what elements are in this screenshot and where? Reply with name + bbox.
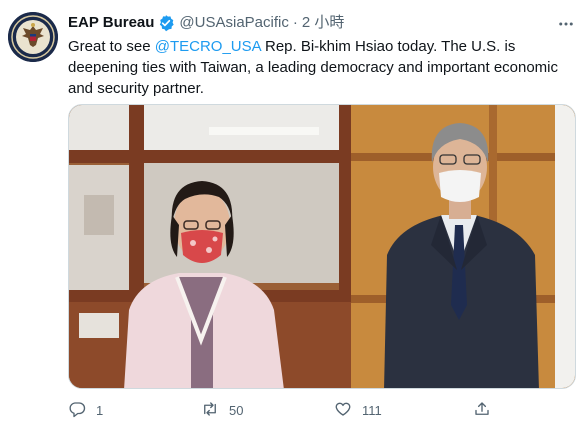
like-count: 111 xyxy=(362,402,382,418)
like-icon xyxy=(334,400,352,421)
retweet-count: 50 xyxy=(229,402,244,418)
tweet-text: Great to see @TECRO_USA Rep. Bi-khim Hsi… xyxy=(68,36,573,99)
reply-button[interactable]: 1 xyxy=(68,398,103,422)
handle[interactable]: @USAsiaPacific xyxy=(179,12,288,34)
reply-icon xyxy=(68,400,86,421)
like-button[interactable]: 111 xyxy=(334,398,382,422)
share-icon xyxy=(473,400,491,421)
tweet-text-before: Great to see xyxy=(68,38,155,55)
reply-count: 1 xyxy=(96,402,104,418)
verified-badge-icon xyxy=(157,14,175,32)
display-name[interactable]: EAP Bureau xyxy=(68,12,154,34)
retweet-icon xyxy=(201,400,219,421)
retweet-button[interactable]: 50 xyxy=(201,398,243,422)
tweet-header: EAP Bureau @USAsiaPacific · 2 小時 xyxy=(68,12,344,34)
mention-link[interactable]: @TECRO_USA xyxy=(155,38,261,55)
share-button[interactable] xyxy=(473,398,491,422)
tweet-actions: 1 50 111 xyxy=(68,398,498,422)
more-options-icon[interactable] xyxy=(554,12,578,36)
separator-dot: · xyxy=(292,14,298,31)
state-department-seal-icon[interactable] xyxy=(8,12,58,62)
timestamp[interactable]: 2 小時 xyxy=(302,12,345,34)
photo-of-two-officials[interactable] xyxy=(68,104,576,389)
tweet[interactable]: EAP Bureau @USAsiaPacific · 2 小時 Great t… xyxy=(0,0,588,438)
